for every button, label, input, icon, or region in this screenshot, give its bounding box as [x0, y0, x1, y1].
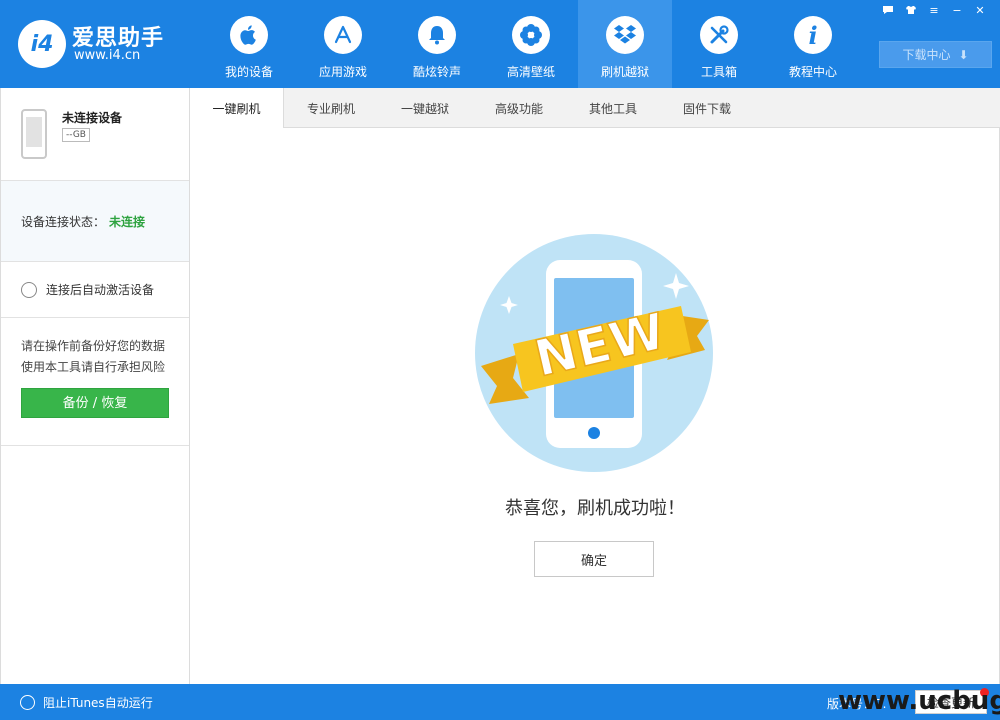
app-header: i4 爱思助手 www.i4.cn 我的设备 应用游戏 酷炫铃声 高清壁纸 刷机… [0, 0, 1000, 88]
tab-pro-flash[interactable]: 专业刷机 [284, 88, 378, 128]
flower-icon [512, 16, 550, 54]
warning-line-2: 使用本工具请自行承担风险 [21, 360, 166, 374]
dropbox-icon [606, 16, 644, 54]
ok-button[interactable]: 确定 [534, 541, 654, 577]
phone-home-button [588, 427, 600, 439]
tab-advanced[interactable]: 高级功能 [472, 88, 566, 128]
info-icon: i [794, 16, 832, 54]
device-storage: --GB [62, 128, 90, 142]
nav-label: 教程中心 [788, 65, 837, 79]
apple-icon [230, 16, 268, 54]
feedback-icon[interactable] [878, 2, 898, 18]
auto-activate-option[interactable]: 连接后自动激活设备 [1, 262, 189, 318]
status-bar: 阻止iTunes自动运行 版本号：7. 检查更新 www.ucbug.cc [0, 684, 1000, 720]
window-controls: ≡ − ✕ [878, 2, 990, 18]
main-content: NEW 恭喜您，刷机成功啦！ 确定 [190, 128, 1000, 684]
block-itunes-label: 阻止iTunes自动运行 [43, 695, 153, 710]
minimize-icon[interactable]: − [947, 2, 967, 18]
sidebar: 未连接设备 --GB 设备连接状态： 未连接 连接后自动激活设备 请在操作前备份… [0, 88, 190, 684]
device-info: 未连接设备 --GB [1, 88, 189, 181]
phone-icon [21, 109, 47, 159]
status-value: 未连接 [109, 214, 146, 229]
tab-other-tools[interactable]: 其他工具 [566, 88, 660, 128]
backup-restore-button[interactable]: 备份 / 恢复 [21, 388, 169, 418]
auto-activate-label: 连接后自动激活设备 [46, 283, 155, 297]
tab-one-click-flash[interactable]: 一键刷机 [190, 88, 284, 129]
nav-wallpapers[interactable]: 高清壁纸 [484, 0, 578, 88]
success-illustration: NEW [473, 232, 715, 474]
tools-icon [700, 16, 738, 54]
status-label: 设备连接状态： [21, 214, 106, 229]
backup-warning: 请在操作前备份好您的数据 使用本工具请自行承担风险 备份 / 恢复 [1, 318, 189, 446]
connection-status: 设备连接状态： 未连接 [1, 181, 189, 262]
warning-line-1: 请在操作前备份好您的数据 [21, 339, 166, 353]
nav-label: 应用游戏 [318, 65, 367, 79]
nav-label: 刷机越狱 [600, 65, 649, 79]
success-message: 恭喜您，刷机成功啦！ [505, 498, 685, 519]
nav-flash-jailbreak[interactable]: 刷机越狱 [578, 0, 672, 88]
app-store-icon [324, 16, 362, 54]
device-name: 未连接设备 [62, 111, 123, 125]
tab-bar: 一键刷机 专业刷机 一键越狱 高级功能 其他工具 固件下载 [190, 88, 1000, 129]
nav-label: 高清壁纸 [506, 65, 555, 79]
menu-icon[interactable]: ≡ [924, 2, 944, 18]
download-icon: ⬇ [958, 47, 969, 62]
nav-apps-games[interactable]: 应用游戏 [296, 0, 390, 88]
nav-toolbox[interactable]: 工具箱 [672, 0, 766, 88]
auto-activate-radio[interactable] [21, 281, 37, 298]
block-itunes-radio[interactable] [20, 694, 35, 710]
nav-label: 工具箱 [700, 65, 737, 79]
tab-firmware-download[interactable]: 固件下载 [660, 88, 754, 128]
block-itunes-option[interactable]: 阻止iTunes自动运行 [0, 684, 190, 720]
nav-label: 酷炫铃声 [412, 65, 461, 79]
download-center-label: 下载中心 [902, 48, 951, 62]
skin-icon[interactable] [901, 2, 921, 18]
main-nav: 我的设备 应用游戏 酷炫铃声 高清壁纸 刷机越狱 工具箱 i 教程中心 [202, 0, 860, 88]
tab-one-click-jailbreak[interactable]: 一键越狱 [378, 88, 472, 128]
watermark: www.ucbug.cc [838, 686, 1000, 716]
nav-tutorials[interactable]: i 教程中心 [766, 0, 860, 88]
app-logo: i4 爱思助手 www.i4.cn [18, 18, 178, 70]
nav-ringtones[interactable]: 酷炫铃声 [390, 0, 484, 88]
app-url: www.i4.cn [74, 48, 141, 63]
logo-icon: i4 [18, 20, 66, 68]
nav-label: 我的设备 [224, 65, 273, 79]
nav-my-device[interactable]: 我的设备 [202, 0, 296, 88]
download-center-button[interactable]: 下载中心 ⬇ [879, 41, 992, 68]
bell-icon [418, 16, 456, 54]
close-icon[interactable]: ✕ [970, 2, 990, 18]
